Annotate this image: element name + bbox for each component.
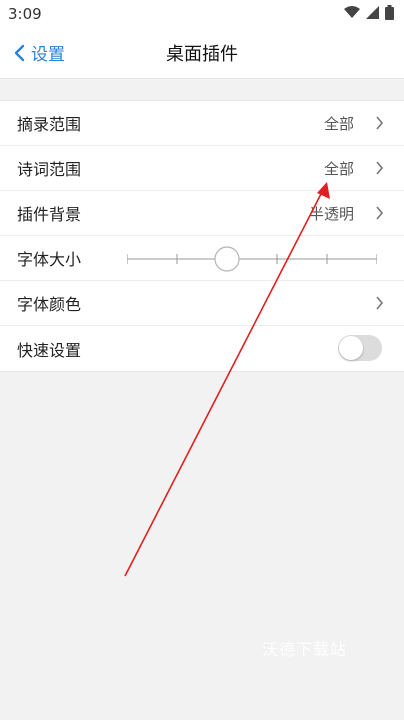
page-title: 桌面插件 (166, 44, 238, 65)
row-label: 字体大小 (17, 250, 82, 269)
chevron-right-icon (376, 206, 384, 220)
status-icons (344, 4, 394, 24)
chevron-right-icon (376, 161, 384, 175)
app-header: 设置 桌面插件 (0, 28, 404, 79)
row-widget-background[interactable]: 插件背景 半透明 (0, 191, 404, 236)
row-label: 插件背景 (17, 205, 82, 224)
chevron-right-icon (376, 296, 384, 310)
row-label: 诗词范围 (17, 160, 82, 179)
wifi-icon (344, 5, 360, 23)
row-value: 半透明 (308, 204, 354, 223)
row-font-size: 字体大小 (0, 236, 404, 281)
battery-icon (385, 4, 394, 24)
status-bar: 3:09 (0, 0, 404, 28)
row-value: 全部 (323, 159, 354, 178)
row-font-color[interactable]: 字体颜色 (0, 281, 404, 326)
quick-settings-toggle[interactable] (338, 335, 382, 361)
status-time: 3:09 (8, 5, 42, 23)
row-poem-range[interactable]: 诗词范围 全部 (0, 146, 404, 191)
chevron-right-icon (376, 116, 384, 130)
slider-handle[interactable] (214, 246, 240, 272)
row-label: 字体颜色 (17, 295, 82, 314)
row-quick-settings: 快速设置 (0, 326, 404, 371)
toggle-knob (339, 336, 363, 360)
settings-list: 摘录范围 全部 诗词范围 全部 插件背景 半透明 字体大小 字体颜色 快速设置 (0, 100, 404, 372)
row-label: 快速设置 (17, 340, 82, 360)
row-excerpt-range[interactable]: 摘录范围 全部 (0, 101, 404, 146)
row-label: 摘录范围 (17, 115, 82, 134)
row-value: 全部 (323, 114, 354, 133)
signal-icon (366, 5, 379, 23)
watermark: 沃德下载站 (262, 640, 348, 659)
font-size-slider[interactable] (127, 236, 377, 281)
